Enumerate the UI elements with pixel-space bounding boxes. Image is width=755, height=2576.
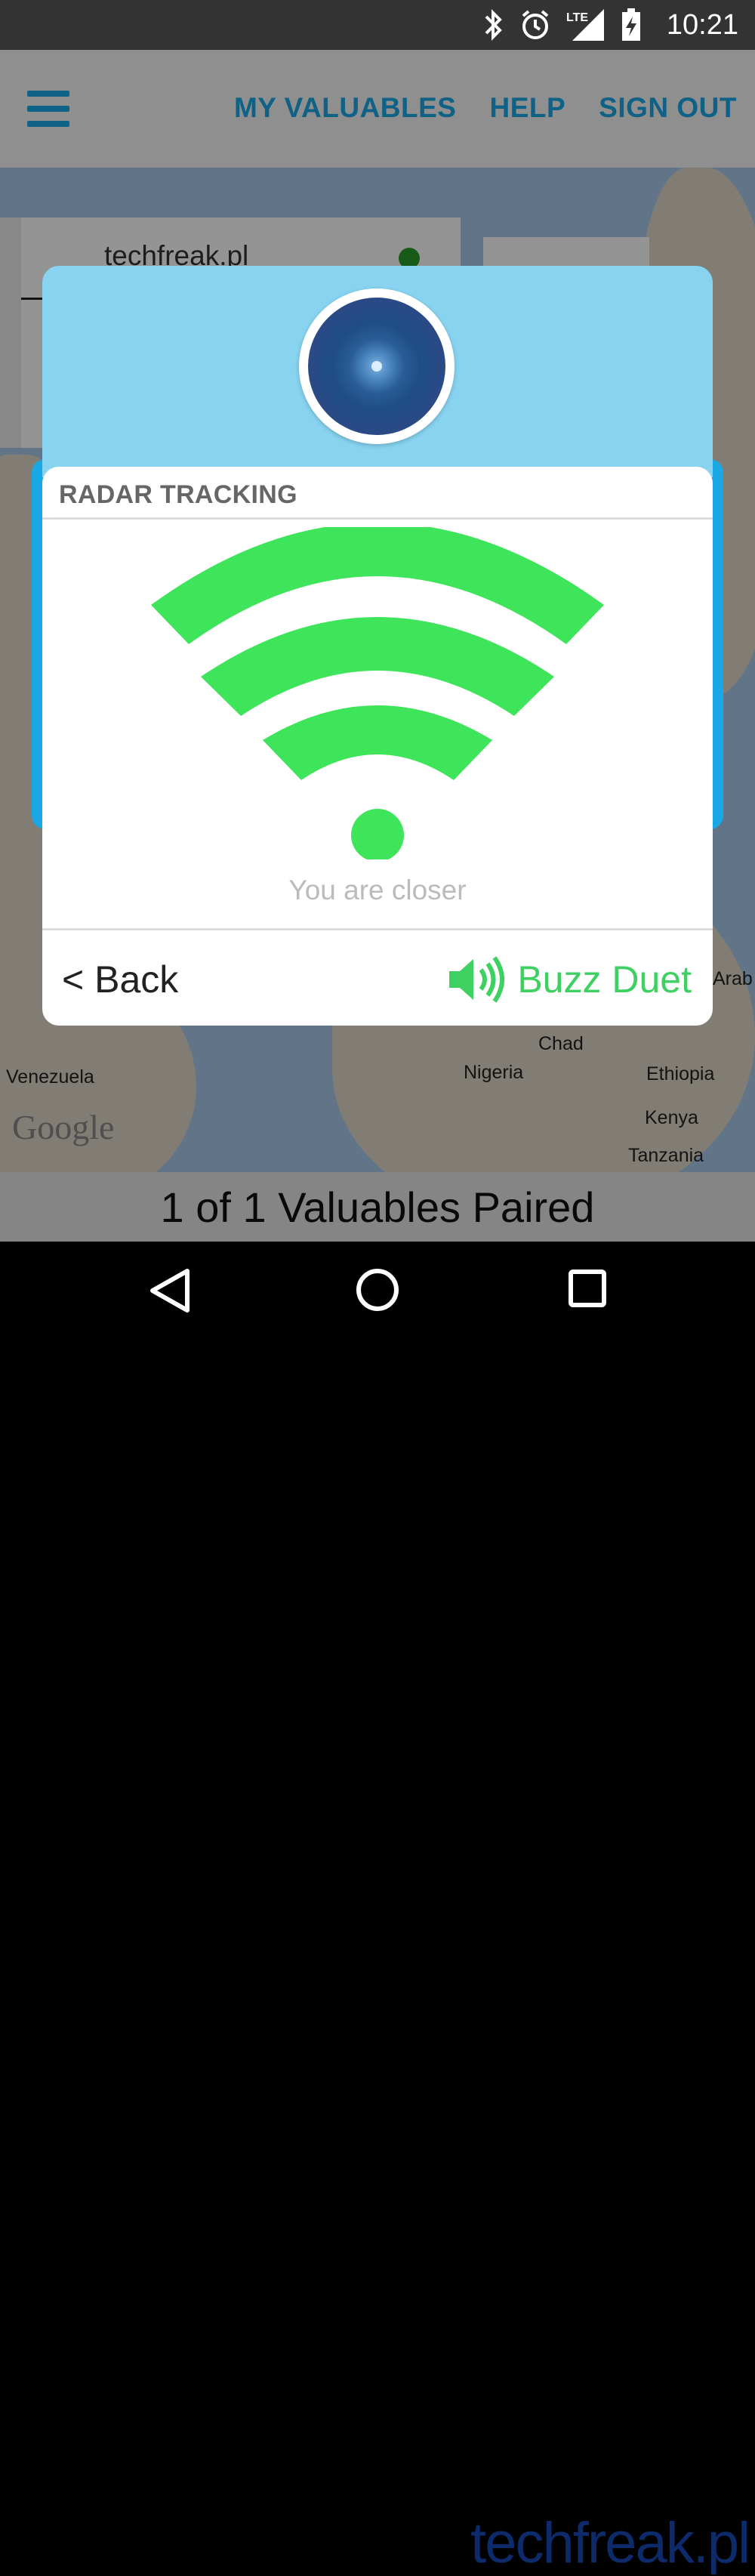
modal-divider	[42, 517, 713, 520]
signal-strength-icon	[151, 527, 604, 859]
bluetooth-icon	[485, 9, 502, 41]
recents-icon[interactable]	[568, 1267, 607, 1310]
tracking-status-text: You are closer	[288, 875, 467, 905]
status-icons: LTE	[483, 8, 642, 42]
watermark-logo: techfreak.pl	[470, 2511, 750, 2575]
speaker-icon	[449, 956, 505, 1003]
alarm-icon	[522, 10, 549, 39]
radar-tracking-modal: RADAR TRACKING You are closer < Back Buz…	[42, 467, 713, 1026]
svg-text:LTE: LTE	[566, 11, 588, 24]
back-icon[interactable]	[148, 1267, 190, 1314]
clock: 10:21	[666, 9, 738, 41]
buzz-duet-button[interactable]: Buzz Duet	[448, 953, 692, 1006]
camera-lens-icon	[299, 288, 455, 444]
modal-divider	[42, 928, 713, 930]
signal-icon: LTE	[566, 9, 604, 41]
status-bar: LTE 10:21	[0, 0, 755, 50]
home-icon[interactable]	[355, 1267, 400, 1313]
back-button[interactable]: < Back	[62, 958, 178, 1001]
modal-title: RADAR TRACKING	[59, 480, 297, 509]
buzz-duet-label: Buzz Duet	[517, 958, 692, 1001]
system-navigation-bar: techfreak.pl	[0, 1242, 755, 2575]
battery-charging-icon	[622, 8, 640, 41]
